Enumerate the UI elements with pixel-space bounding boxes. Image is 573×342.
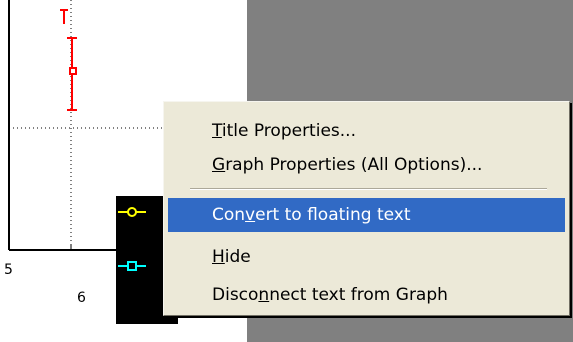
context-menu[interactable]: Title Properties... Graph Properties (All…	[163, 101, 570, 316]
x-tick-label-6: 6	[77, 290, 86, 306]
error-bar-marker	[67, 37, 77, 111]
menu-item-convert-floating-text[interactable]: Convert to floating text	[168, 198, 565, 232]
x-tick-label-5: 5	[4, 262, 13, 278]
circle-marker-line-icon	[118, 207, 146, 217]
square-marker-line-icon	[118, 261, 146, 271]
menu-item-title-properties[interactable]: Title Properties...	[168, 114, 565, 148]
menu-separator	[190, 188, 547, 190]
red-data-marks	[60, 9, 68, 24]
menu-item-disconnect-text[interactable]: Disconnect text from Graph	[168, 278, 565, 312]
menu-item-hide[interactable]: Hide	[168, 240, 565, 274]
menu-item-graph-properties[interactable]: Graph Properties (All Options)...	[168, 148, 565, 182]
